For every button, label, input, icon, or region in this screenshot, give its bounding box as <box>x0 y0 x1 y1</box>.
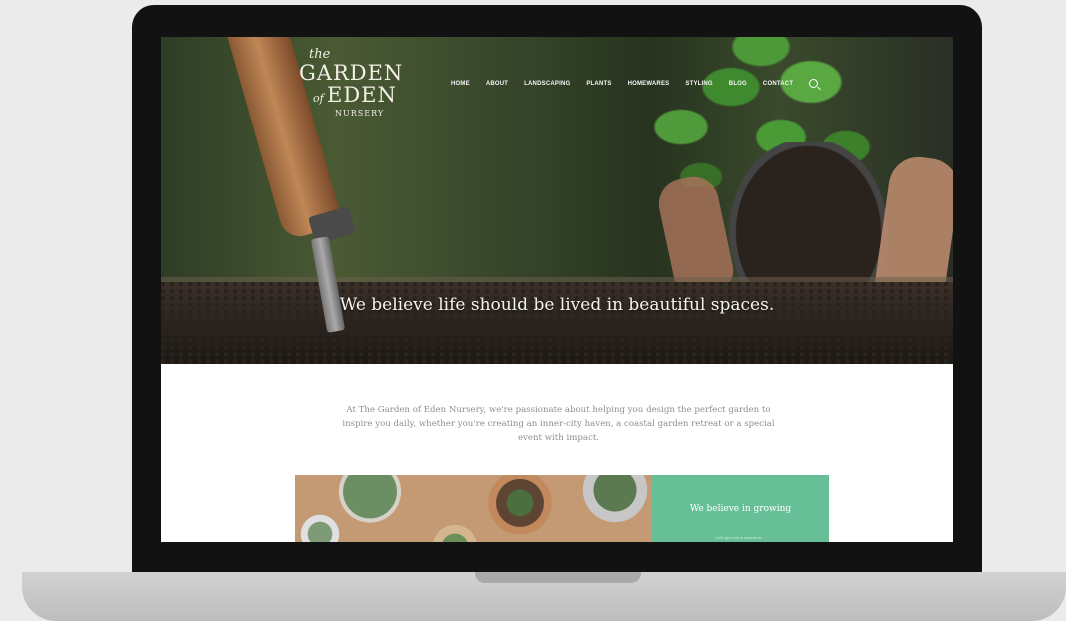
nav-home[interactable]: HOME <box>451 81 470 87</box>
cactus-pot-image <box>480 475 560 537</box>
intro-line: event with impact. <box>517 433 600 443</box>
feature-card-heading: We believe in growing <box>689 504 792 514</box>
intro-line: inspire you daily, whether you're creati… <box>342 419 775 429</box>
logo-of: of <box>313 92 324 105</box>
feature-card-subtext: Let's give you a canvas to ... <box>715 535 766 540</box>
intro-paragraph: At The Garden of Eden Nursery, we're pas… <box>296 403 821 445</box>
succulent-pot-image <box>575 475 652 525</box>
site-logo[interactable]: the GARDEN of EDEN NURSERY <box>291 45 411 125</box>
hero-banner: the GARDEN of EDEN NURSERY HOME ABOUT LA… <box>161 37 953 364</box>
nav-blog[interactable]: BLOG <box>729 81 747 87</box>
feature-card[interactable]: We believe in growing Let's give you a c… <box>652 475 829 542</box>
logo-nursery: NURSERY <box>335 109 385 118</box>
logo-the: the <box>309 47 331 62</box>
succulents-photo <box>295 475 652 542</box>
nav-contact[interactable]: CONTACT <box>763 81 793 87</box>
succulent-pot-image <box>295 510 345 542</box>
nav-about[interactable]: ABOUT <box>486 81 508 87</box>
logo-garden: GARDEN <box>299 61 404 85</box>
logo-eden: EDEN <box>327 83 397 107</box>
intro-line: At The Garden of Eden Nursery, we're pas… <box>346 405 771 415</box>
nav-homewares[interactable]: HOMEWARES <box>628 81 670 87</box>
nav-landscaping[interactable]: LANDSCAPING <box>524 81 570 87</box>
main-nav: HOME ABOUT LANDSCAPING PLANTS HOMEWARES … <box>451 79 819 88</box>
laptop-notch <box>475 572 641 583</box>
nav-plants[interactable]: PLANTS <box>586 81 611 87</box>
laptop-screen: the GARDEN of EDEN NURSERY HOME ABOUT LA… <box>161 37 953 542</box>
hero-tagline: We believe life should be lived in beaut… <box>339 295 775 315</box>
nav-styling[interactable]: STYLING <box>685 81 712 87</box>
succulent-pot-image <box>425 515 485 542</box>
search-icon[interactable] <box>809 79 819 88</box>
